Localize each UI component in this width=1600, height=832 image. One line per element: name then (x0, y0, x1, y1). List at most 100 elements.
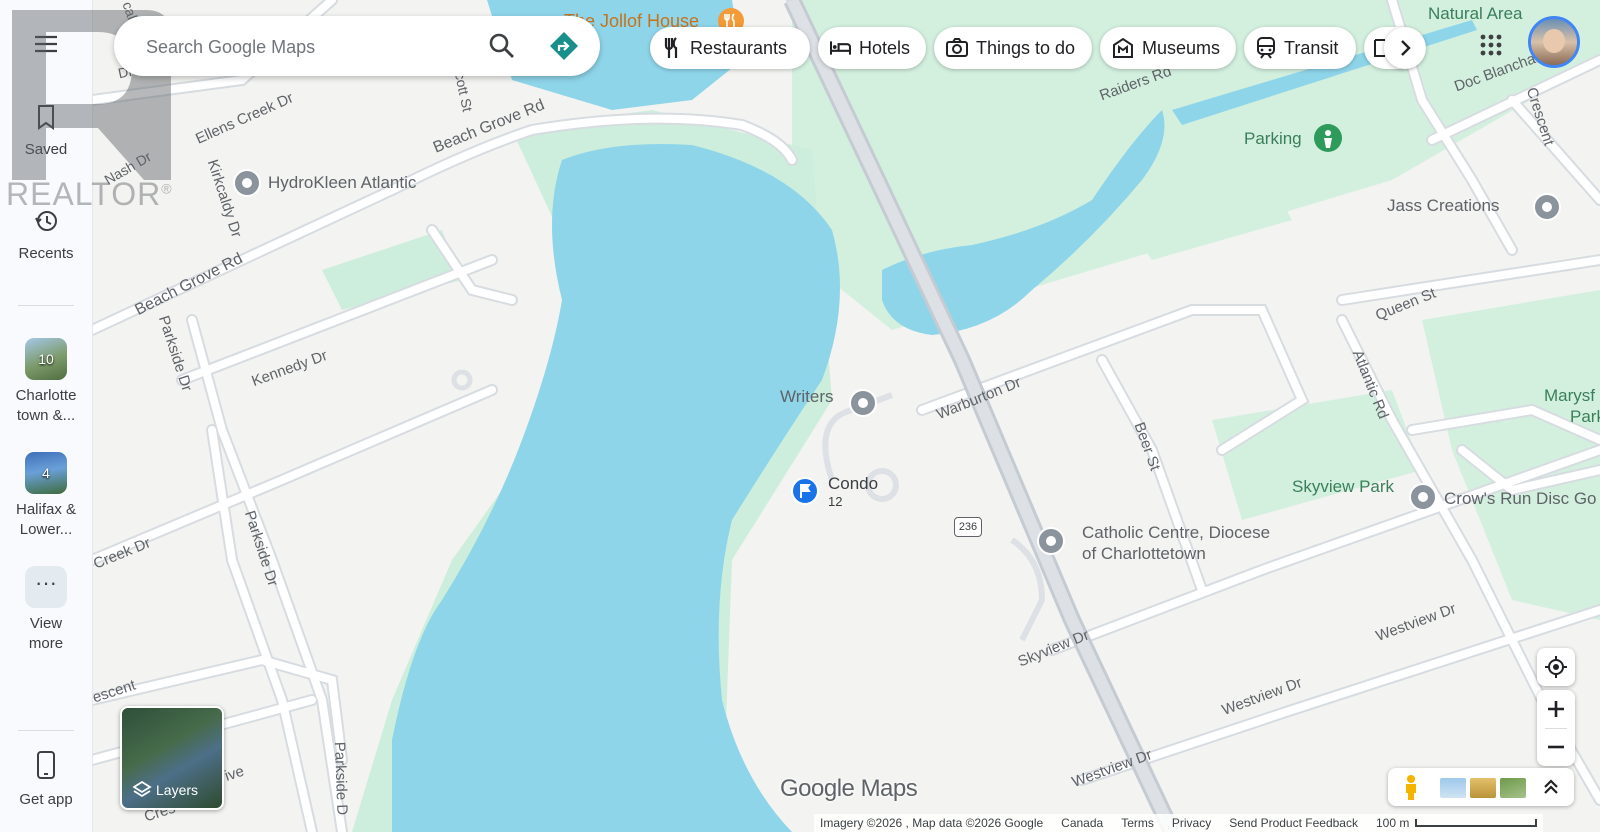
poi-catholic-label-1[interactable]: Catholic Centre, Diocese (1082, 523, 1270, 543)
poi-marysfield-label-1[interactable]: Marysf (1544, 386, 1595, 406)
list-label-line2: Lower... (19, 521, 73, 538)
search-button[interactable] (486, 30, 518, 62)
footer-feedback[interactable]: Send Product Feedback (1229, 816, 1358, 830)
view-more-label-2: more (28, 635, 64, 652)
view-more-label-1: View (29, 615, 63, 632)
layers-label: Layers (156, 782, 199, 798)
footer-imagery: Imagery ©2026 , Map data ©2026 Google (820, 816, 1044, 830)
list-charlottetown[interactable]: 10 Charlotte town &... (0, 338, 92, 426)
chip-restaurants[interactable]: Restaurants (650, 27, 810, 69)
chip-things-to-do[interactable]: Things to do (934, 27, 1092, 69)
chip-label: Hotels (858, 37, 910, 58)
layers-icon (132, 780, 152, 798)
fork-knife-icon (664, 37, 678, 58)
list-label-line1: Halifax & (15, 501, 77, 518)
get-app-label: Get app (19, 791, 73, 808)
imagery-thumb-terrain[interactable] (1470, 778, 1496, 798)
footer-terms[interactable]: Terms (1121, 816, 1154, 830)
history-icon (35, 211, 57, 231)
list-label-line2: town &... (16, 407, 76, 424)
rail-divider (18, 730, 74, 731)
camera-icon (946, 38, 968, 57)
poi-condo-count: 12 (828, 494, 843, 509)
footer-privacy[interactable]: Privacy (1172, 816, 1211, 830)
bed-icon (830, 41, 851, 55)
footer-country[interactable]: Canada (1061, 816, 1103, 830)
search-icon (489, 33, 514, 58)
logo-google: Google (780, 775, 855, 802)
phone-icon (37, 751, 55, 779)
search-input[interactable] (144, 30, 478, 64)
map-footer: Imagery ©2026 , Map data ©2026 Google Ca… (814, 814, 1544, 832)
layers-button[interactable]: Layers (120, 706, 224, 810)
plus-icon (1548, 701, 1564, 717)
poi-writers-label[interactable]: Writers (780, 387, 834, 407)
poi-hydrokleen-label[interactable]: HydroKleen Atlantic (268, 173, 416, 193)
directions-icon (550, 32, 578, 60)
list-thumbnail: 4 (25, 452, 67, 494)
pegman-button[interactable] (1396, 772, 1426, 802)
chips-next-button[interactable] (1384, 27, 1426, 69)
my-location-button[interactable] (1537, 648, 1575, 686)
minus-icon (1548, 745, 1564, 749)
train-icon (1257, 37, 1275, 59)
left-rail: Saved Recents 10 Charlotte town &... 4 H… (0, 0, 93, 832)
chip-label: Museums (1141, 37, 1220, 58)
footer-scale[interactable]: 100 m (1376, 816, 1409, 830)
chip-hotels[interactable]: Hotels (818, 27, 926, 69)
imagery-thumb-satellite[interactable] (1500, 778, 1526, 798)
search-box (114, 16, 600, 76)
apps-grid-icon (1480, 34, 1502, 56)
poi-jass-label[interactable]: Jass Creations (1387, 196, 1499, 216)
rail-divider (18, 305, 74, 306)
parking-icon[interactable] (1314, 124, 1342, 152)
google-maps-logo: Google Maps (780, 775, 918, 803)
recents-button[interactable]: Recents (0, 208, 92, 264)
chip-label: Restaurants (690, 37, 788, 58)
pegman-icon (1406, 775, 1416, 800)
account-avatar[interactable] (1528, 16, 1580, 68)
chip-museums[interactable]: Museums (1100, 27, 1236, 69)
recents-label: Recents (18, 245, 74, 262)
map-canvas[interactable]: Beach Grove Rd Beach Grove Rd Ellens Cre… (92, 0, 1600, 832)
directions-button[interactable] (548, 30, 580, 62)
zoom-controls (1537, 690, 1575, 766)
saved-label: Saved (24, 141, 68, 158)
menu-button[interactable] (0, 34, 92, 58)
poi-crows-run-label[interactable]: Crow's Run Disc Go (1444, 489, 1597, 509)
view-more-button[interactable]: ··· View more (0, 566, 92, 654)
museum-icon (1112, 37, 1133, 58)
bookmark-icon (38, 105, 54, 130)
list-halifax[interactable]: 4 Halifax & Lower... (0, 452, 92, 540)
list-label-line1: Charlotte (15, 387, 77, 404)
chip-label: Transit (1284, 37, 1339, 58)
logo-maps: Maps (860, 775, 918, 802)
poi-marysfield-label-2[interactable]: Park (1570, 407, 1600, 427)
poi-natural-area-label[interactable]: Natural Area (1428, 4, 1523, 24)
poi-parking-label[interactable]: Parking (1244, 129, 1302, 149)
street-label-parkside-3: Parkside D (330, 741, 351, 816)
avatar-face-icon (1543, 29, 1565, 53)
imagery-thumb-sky[interactable] (1440, 778, 1466, 798)
route-236-shield: 236 (954, 517, 982, 537)
list-thumbnail: 10 (25, 338, 67, 380)
poi-catholic-label-2[interactable]: of Charlottetown (1082, 544, 1206, 564)
apps-button[interactable] (1474, 28, 1508, 62)
hamburger-menu-icon (35, 35, 57, 53)
more-dots-icon: ··· (25, 566, 67, 608)
list-count: 10 (38, 351, 54, 367)
zoom-out-button[interactable] (1537, 728, 1575, 766)
scale-bar (1415, 819, 1538, 827)
list-count: 4 (42, 465, 50, 481)
saved-button[interactable]: Saved (0, 104, 92, 160)
poi-condo-label[interactable]: Condo (828, 474, 878, 494)
expand-imagery-button[interactable] (1536, 772, 1566, 802)
imagery-bar (1388, 768, 1574, 806)
double-chevron-up-icon (1544, 779, 1558, 794)
poi-skyview-park-label[interactable]: Skyview Park (1292, 477, 1394, 497)
location-target-icon (1545, 656, 1567, 678)
zoom-in-button[interactable] (1537, 690, 1575, 728)
chip-transit[interactable]: Transit (1244, 27, 1356, 69)
get-app-button[interactable]: Get app (0, 750, 92, 810)
chevron-right-icon (1401, 40, 1411, 56)
